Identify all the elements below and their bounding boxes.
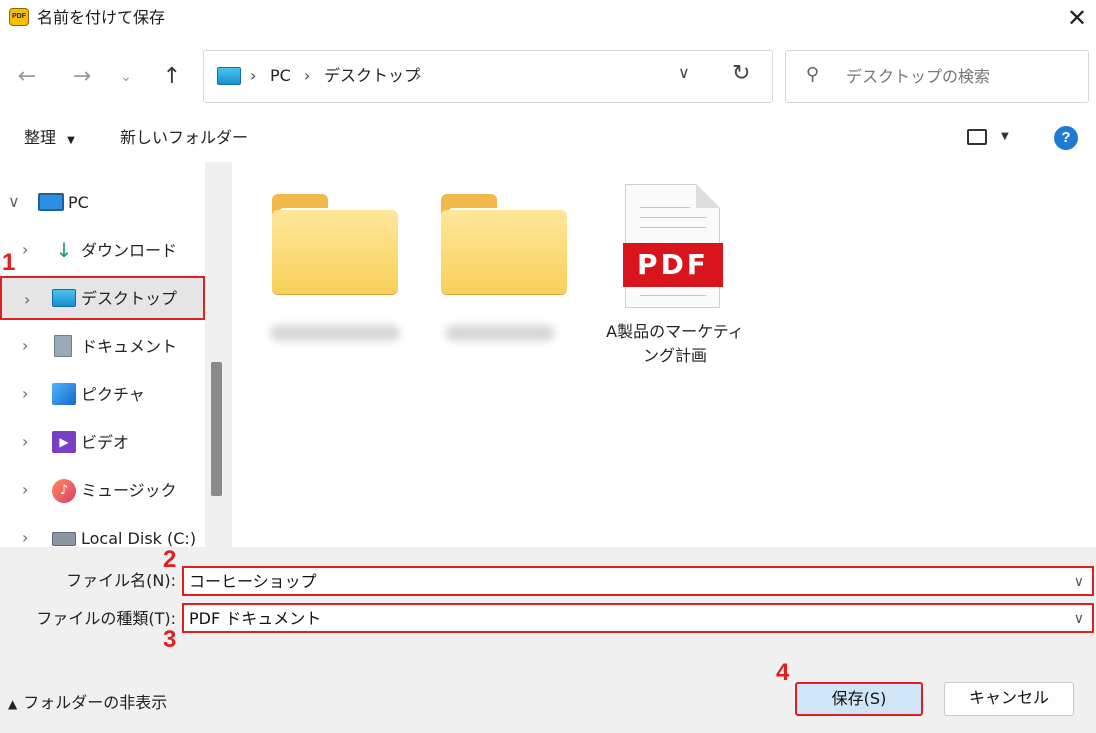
sidebar-item-documents[interactable]: › ドキュメント (0, 324, 205, 368)
pdf-file-label[interactable]: A製品のマーケティ ング計画 (595, 320, 755, 368)
step-number-2: 2 (163, 546, 177, 573)
save-button[interactable]: 保存(S) (795, 682, 923, 716)
filename-value: コーヒーショップ (189, 572, 317, 591)
organize-label: 整理 (24, 128, 57, 147)
page-fold (696, 184, 720, 208)
sidebar-item-label: ミュージック (81, 481, 177, 500)
help-icon[interactable]: ? (1054, 126, 1078, 150)
arrow-right-icon[interactable]: → (67, 62, 97, 92)
navigation-pane: ∨ PC › ↓ ダウンロード › デスクトップ › ドキュメント › ピクチャ… (0, 162, 232, 547)
close-icon[interactable]: ✕ (1063, 3, 1091, 33)
chevron-right-icon[interactable]: › (22, 336, 28, 356)
view-icon[interactable] (967, 129, 987, 145)
search-box[interactable]: ⚲ デスクトップの検索 (785, 50, 1089, 103)
chevron-down-icon[interactable]: ∨ (678, 63, 690, 82)
organize-button[interactable]: 整理 ▼ (24, 127, 75, 152)
sidebar-item-label: ドキュメント (81, 337, 178, 356)
computer-icon (38, 193, 64, 211)
arrow-up-icon[interactable]: ↑ (157, 62, 187, 92)
drive-icon (52, 532, 76, 546)
chevron-right-icon[interactable]: › (22, 480, 28, 500)
chevron-down-icon[interactable]: ∨ (1074, 608, 1084, 630)
sidebar-item-local-disk[interactable]: › Local Disk (C:) (0, 516, 205, 547)
folder-item[interactable] (441, 194, 567, 294)
caret-down-icon[interactable]: ▼ (1001, 131, 1009, 142)
chevron-down-icon[interactable]: ∨ (1074, 571, 1084, 593)
breadcrumb-desktop[interactable]: デスクトップ (324, 65, 420, 87)
sidebar-item-downloads[interactable]: › ↓ ダウンロード (0, 228, 205, 272)
folder-item[interactable] (272, 194, 398, 294)
sidebar-item-label: ピクチャ (81, 385, 145, 404)
pictures-icon (52, 383, 76, 405)
window-title: 名前を付けて保存 (37, 8, 166, 27)
text-line (640, 295, 706, 296)
sidebar-item-music[interactable]: › ♪ ミュージック (0, 468, 205, 512)
filetype-select[interactable]: PDF ドキュメント ∨ (182, 603, 1094, 633)
chevron-right-icon[interactable]: › (415, 65, 421, 87)
sidebar-item-videos[interactable]: › ▶ ビデオ (0, 420, 205, 464)
search-icon: ⚲ (806, 64, 820, 85)
filename-field[interactable]: コーヒーショップ ∨ (182, 566, 1094, 596)
folder-icon (272, 210, 398, 294)
chevron-right-icon[interactable]: › (22, 432, 28, 452)
address-bar[interactable]: › PC › デスクトップ › ∨ ↻ (203, 50, 773, 103)
desktop-folder-icon (52, 289, 76, 307)
filetype-label: ファイルの種類(T): (36, 609, 176, 628)
caret-up-icon: ▲ (8, 697, 18, 711)
cancel-button[interactable]: キャンセル (944, 682, 1074, 716)
desktop-folder-icon (217, 67, 241, 85)
sidebar-item-label: デスクトップ (81, 289, 178, 308)
download-icon: ↓ (55, 238, 73, 262)
sidebar-item-desktop[interactable]: › デスクトップ (0, 276, 205, 320)
sidebar-item-pc[interactable]: ∨ PC (0, 180, 205, 224)
pdf-label-line2: ング計画 (642, 346, 707, 365)
folder-icon (441, 210, 567, 294)
arrow-left-icon[interactable]: ← (12, 62, 42, 92)
chevron-right-icon[interactable]: › (22, 528, 28, 547)
sidebar-item-pictures[interactable]: › ピクチャ (0, 372, 205, 416)
filename-label: ファイル名(N): (66, 571, 176, 590)
chevron-right-icon: › (250, 66, 257, 85)
breadcrumb-pc[interactable]: PC (270, 65, 291, 87)
search-input[interactable]: デスクトップの検索 (846, 66, 990, 88)
text-line (640, 227, 706, 228)
hide-folders-toggle[interactable]: ▲ フォルダーの非表示 (8, 692, 167, 715)
new-folder-button[interactable]: 新しいフォルダー (120, 127, 248, 149)
pdf-file-icon[interactable]: PDF (623, 184, 723, 308)
video-icon: ▶ (52, 431, 76, 453)
pdf-app-icon: PDF (9, 8, 29, 26)
sidebar-item-label: Local Disk (C:) (81, 529, 197, 547)
blurred-label (445, 325, 555, 341)
pdf-label-line1: A製品のマーケティ (606, 322, 744, 341)
step-number-4: 4 (776, 659, 790, 686)
caret-down-icon: ▼ (67, 135, 75, 146)
refresh-icon[interactable]: ↻ (732, 61, 750, 86)
music-icon: ♪ (52, 479, 76, 503)
text-line (640, 217, 706, 218)
filetype-value: PDF ドキュメント (189, 609, 322, 628)
scrollbar-thumb[interactable] (211, 362, 222, 496)
blurred-label (270, 325, 400, 341)
chevron-right-icon[interactable]: › (22, 240, 28, 260)
chevron-right-icon[interactable]: › (22, 384, 28, 404)
document-icon (54, 335, 72, 357)
pdf-badge: PDF (623, 243, 723, 287)
sidebar-item-label: PC (68, 193, 89, 212)
chevron-down-icon[interactable]: ∨ (8, 192, 20, 212)
sidebar-item-label: ダウンロード (81, 241, 178, 260)
chevron-down-icon[interactable]: ⌄ (111, 62, 141, 92)
hide-folders-label: フォルダーの非表示 (23, 693, 168, 712)
step-number-3: 3 (163, 626, 177, 653)
sidebar-item-label: ビデオ (81, 433, 130, 452)
text-line (640, 207, 690, 208)
chevron-right-icon: › (304, 66, 311, 85)
chevron-right-icon[interactable]: › (24, 290, 30, 310)
step-number-1: 1 (2, 249, 16, 276)
